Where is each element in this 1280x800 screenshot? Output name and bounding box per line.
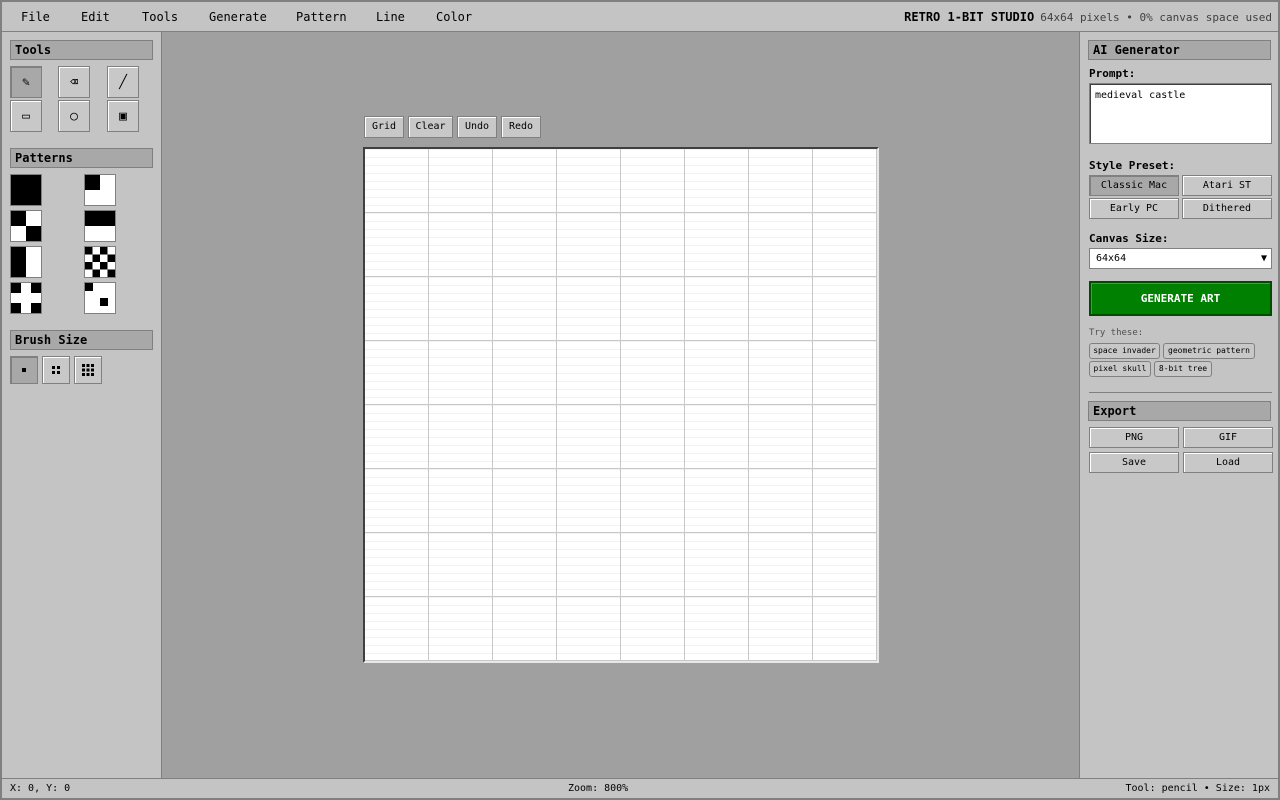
workspace: Grid Clear Undo Redo: [162, 32, 1079, 778]
app-title: RETRO 1-BIT STUDIO 64x64 pixels • 0% canv…: [904, 2, 1272, 32]
pencil-icon: ✎: [22, 74, 30, 90]
grid-button[interactable]: Grid: [364, 116, 404, 138]
preset-dithered[interactable]: Dithered: [1182, 198, 1272, 219]
menu-tools[interactable]: Tools: [138, 2, 182, 32]
pattern-corners[interactable]: [10, 282, 42, 314]
brush-2px-icon: [52, 366, 60, 374]
tool-status: Tool: pencil • Size: 1px: [1125, 783, 1271, 794]
patterns-header: Patterns: [10, 148, 153, 168]
rectangle-icon: ▭: [22, 108, 30, 124]
menu-generate[interactable]: Generate: [205, 2, 271, 32]
export-header: Export: [1088, 401, 1271, 421]
brush-3px-icon: [82, 364, 94, 376]
fill-icon: ▣: [119, 108, 127, 124]
pattern-horizontal-half[interactable]: [84, 210, 116, 242]
pattern-quarter[interactable]: [84, 174, 116, 206]
app-name: RETRO 1-BIT STUDIO: [904, 10, 1035, 24]
tools-header: Tools: [10, 40, 153, 60]
pencil-tool-button[interactable]: ✎: [10, 66, 42, 98]
brush-1px-icon: [22, 368, 26, 372]
pattern-vertical-half[interactable]: [10, 246, 42, 278]
canvas-meta: 64x64 pixels • 0% canvas space used: [1040, 11, 1272, 24]
status-bar: X: 0, Y: 0 Zoom: 800% Tool: pencil • Siz…: [2, 778, 1278, 798]
cursor-coordinates: X: 0, Y: 0: [10, 783, 71, 794]
ellipse-tool-button[interactable]: ○: [58, 100, 90, 132]
ai-generator-header: AI Generator: [1088, 40, 1271, 60]
suggestion-chip[interactable]: geometric pattern: [1163, 343, 1255, 359]
brush-size-header: Brush Size: [10, 330, 153, 350]
line-tool-button[interactable]: ╱: [107, 66, 139, 98]
menu-color[interactable]: Color: [432, 2, 476, 32]
menu-line[interactable]: Line: [372, 2, 409, 32]
prompt-input[interactable]: medieval castle: [1089, 83, 1272, 144]
generate-art-button[interactable]: GENERATE ART: [1089, 281, 1272, 316]
zoom-level: Zoom: 800%: [568, 783, 629, 794]
eraser-icon: ⌫: [70, 74, 78, 90]
left-panel: Tools ✎ ⌫ ╱ ▭ ○ ▣ Patterns Brush Size: [2, 32, 162, 778]
save-button[interactable]: Save: [1089, 452, 1179, 473]
redo-button[interactable]: Redo: [501, 116, 541, 138]
suggestion-chip[interactable]: space invader: [1089, 343, 1160, 359]
pattern-checker-small[interactable]: [84, 246, 116, 278]
menu-file[interactable]: File: [17, 2, 54, 32]
line-icon: ╱: [119, 74, 127, 90]
suggestion-chip[interactable]: 8-bit tree: [1154, 361, 1212, 377]
preset-atari-st[interactable]: Atari ST: [1182, 175, 1272, 196]
drawing-canvas[interactable]: [363, 147, 879, 663]
canvas-size-label: Canvas Size:: [1089, 232, 1169, 245]
right-panel: AI Generator Prompt: medieval castle Sty…: [1079, 32, 1278, 778]
export-gif-button[interactable]: GIF: [1183, 427, 1273, 448]
export-png-button[interactable]: PNG: [1089, 427, 1179, 448]
preset-classic-mac[interactable]: Classic Mac: [1089, 175, 1179, 196]
menu-bar: File Edit Tools Generate Pattern Line Co…: [2, 2, 1278, 32]
try-these-label: Try these:: [1089, 328, 1144, 338]
eraser-tool-button[interactable]: ⌫: [58, 66, 90, 98]
menu-edit[interactable]: Edit: [77, 2, 114, 32]
ellipse-icon: ○: [70, 108, 78, 124]
brush-size-1[interactable]: [10, 356, 38, 384]
undo-button[interactable]: Undo: [457, 116, 497, 138]
menu-pattern[interactable]: Pattern: [292, 2, 351, 32]
fill-tool-button[interactable]: ▣: [107, 100, 139, 132]
preset-early-pc[interactable]: Early PC: [1089, 198, 1179, 219]
canvas-size-value: 64x64: [1096, 253, 1127, 264]
pattern-solid[interactable]: [10, 174, 42, 206]
clear-button[interactable]: Clear: [408, 116, 453, 138]
app-window: File Edit Tools Generate Pattern Line Co…: [0, 0, 1280, 800]
canvas-size-select[interactable]: 64x64 ▼: [1089, 248, 1272, 269]
divider: [1089, 392, 1272, 393]
pattern-checker-large[interactable]: [10, 210, 42, 242]
brush-size-3[interactable]: [74, 356, 102, 384]
pattern-sparse-dots[interactable]: [84, 282, 116, 314]
suggestion-chip[interactable]: pixel skull: [1089, 361, 1151, 377]
load-button[interactable]: Load: [1183, 452, 1273, 473]
brush-size-2[interactable]: [42, 356, 70, 384]
chevron-down-icon: ▼: [1260, 253, 1267, 264]
rectangle-tool-button[interactable]: ▭: [10, 100, 42, 132]
style-preset-label: Style Preset:: [1089, 159, 1176, 172]
prompt-label: Prompt:: [1089, 67, 1136, 80]
